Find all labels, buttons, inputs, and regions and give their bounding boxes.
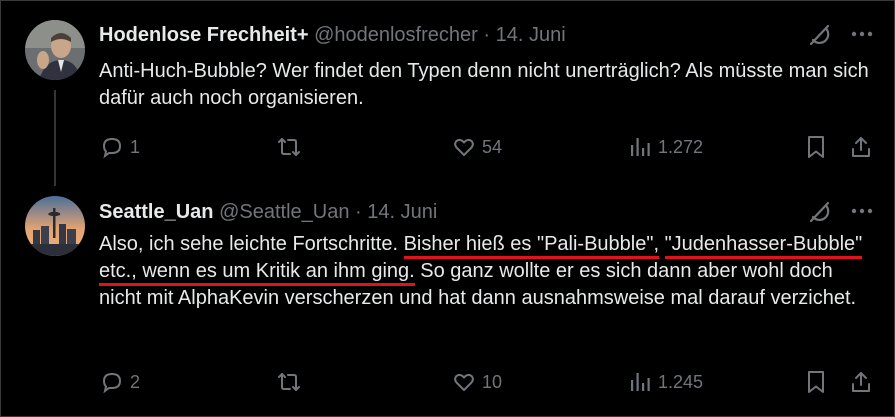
bookmark-icon [808,136,824,158]
repost-button[interactable] [276,135,302,159]
share-icon [852,137,870,157]
reply-button[interactable]: 1 [100,135,140,159]
repost-icon [278,138,300,156]
bookmark-button[interactable] [805,370,827,394]
reply-icon [102,372,122,394]
reply-count: 2 [130,371,141,392]
tweet-date[interactable]: 14. Juni [496,24,566,46]
like-count: 10 [482,371,503,392]
share-button[interactable] [849,370,873,394]
views-icon [631,138,650,156]
tweet-1[interactable]: Hodenlose Frechheit+ @hodenlosfrecher · … [0,0,895,192]
grok-icon[interactable] [806,199,832,230]
more-options-icon[interactable] [850,201,874,226]
dot-separator: · [483,24,491,46]
views-button[interactable]: 1.245 [628,370,703,394]
tweet-1-text: Anti-Huch-Bubble? Wer findet den Typen d… [99,60,869,109]
reply-icon [102,137,122,159]
views-count: 1.272 [658,136,704,157]
thread-connector-line [54,90,56,186]
share-button[interactable] [849,135,873,159]
dot-separator: · [355,201,362,223]
tweet-2[interactable]: Seattle_Uan @Seattle_Uan · 14. Juni Also… [0,192,895,417]
tweet-date[interactable]: 14. Juni [367,201,437,223]
like-icon [454,373,474,391]
views-icon [631,373,650,391]
reply-count: 1 [130,136,141,157]
tweet-1-header: Hodenlose Frechheit+ @hodenlosfrecher · … [99,24,566,47]
author-handle[interactable]: @Seattle_Uan [219,201,349,223]
grok-icon[interactable] [806,22,832,53]
underlined-quote-1: Bisher hieß es "Pali-Bubble", [403,233,660,259]
share-icon [852,372,870,392]
repost-button[interactable] [276,370,302,394]
reply-button[interactable]: 2 [100,370,140,394]
avatar-seattle-uan[interactable] [25,196,85,256]
bookmark-icon [808,371,824,393]
bookmark-button[interactable] [805,135,827,159]
author-name[interactable]: Hodenlose Frechheit+ [99,24,309,46]
more-options-icon[interactable] [850,24,874,49]
like-icon [454,138,474,156]
like-button[interactable]: 10 [452,370,502,394]
views-count: 1.245 [658,371,704,392]
like-count: 54 [482,136,503,157]
views-button[interactable]: 1.272 [628,135,703,159]
tweet-2-text: Also, ich sehe leichte Fortschritte. Bis… [99,231,869,312]
author-handle[interactable]: @hodenlosfrecher [314,24,478,46]
tweet-2-header: Seattle_Uan @Seattle_Uan · 14. Juni [99,201,437,224]
author-name[interactable]: Seattle_Uan [99,201,214,223]
avatar-hodenlose[interactable] [25,20,85,80]
text-part-intro: Also, ich sehe leichte Fortschritte. [99,233,404,255]
like-button[interactable]: 54 [452,135,502,159]
repost-icon [278,373,300,391]
